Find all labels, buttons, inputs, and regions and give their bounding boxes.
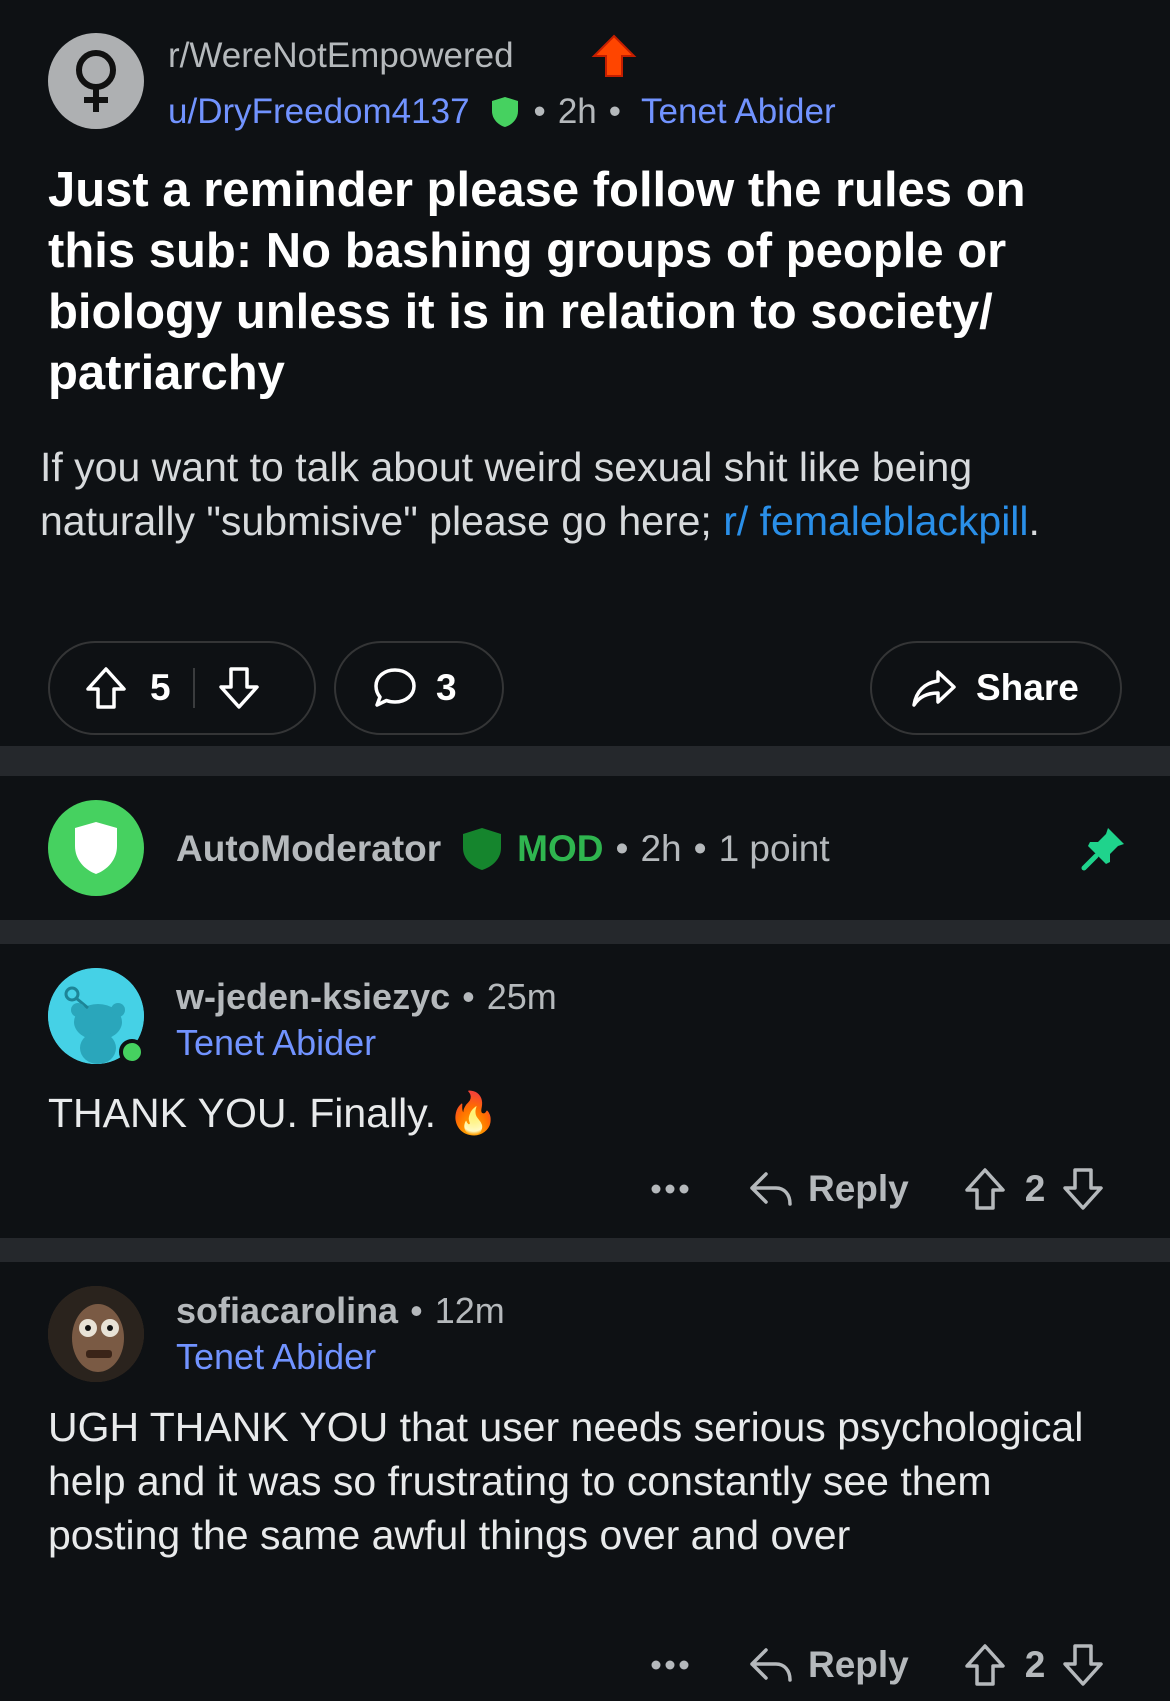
separator-dot: • bbox=[693, 828, 707, 869]
reply-button[interactable]: Reply bbox=[748, 1644, 909, 1686]
user-avatar-icon bbox=[48, 1286, 144, 1382]
post-score: 5 bbox=[150, 667, 171, 708]
reply-icon bbox=[750, 1172, 792, 1206]
automod-comment[interactable]: AutoModerator MOD • 2h • 1 point bbox=[0, 776, 1170, 920]
comment-count: 3 bbox=[436, 667, 457, 708]
subreddit-name[interactable]: r/WereNotEmpowered bbox=[168, 36, 514, 76]
downvote-icon[interactable] bbox=[1061, 1642, 1105, 1688]
comment-vote: 2 bbox=[963, 1166, 1106, 1212]
reply-label: Reply bbox=[808, 1644, 909, 1685]
post-flair[interactable]: Tenet Abider bbox=[641, 92, 836, 132]
divider bbox=[0, 920, 1170, 944]
vote-bar: 5 bbox=[48, 641, 316, 735]
post-meta: u/DryFreedom4137 • 2h • Tenet Abider bbox=[168, 92, 836, 132]
comment: w-jeden-ksiezyc • 25m Tenet Abider THANK… bbox=[0, 944, 1170, 1238]
separator-dot: • bbox=[462, 976, 475, 1017]
more-icon[interactable] bbox=[640, 1183, 700, 1195]
comment: sofiacarolina • 12m Tenet Abider UGH THA… bbox=[0, 1262, 1170, 1701]
avatar[interactable] bbox=[48, 800, 144, 896]
subreddit-avatar[interactable] bbox=[48, 33, 144, 129]
post-age: 2h bbox=[557, 92, 597, 131]
vote-divider bbox=[192, 668, 195, 708]
upvote-icon[interactable] bbox=[84, 665, 128, 711]
post-author[interactable]: u/DryFreedom4137 bbox=[168, 92, 470, 132]
comment-vote: 2 bbox=[963, 1642, 1106, 1688]
comment-flair[interactable]: Tenet Abider bbox=[176, 1022, 376, 1064]
comment-points: 1 point bbox=[718, 828, 830, 869]
comment-body: THANK YOU. Finally. 🔥 bbox=[48, 1090, 499, 1136]
comment-age: 2h bbox=[640, 828, 682, 869]
downvote-icon[interactable] bbox=[1061, 1166, 1105, 1212]
share-icon bbox=[912, 670, 956, 707]
comment-flair[interactable]: Tenet Abider bbox=[176, 1336, 376, 1378]
comment-age: 25m bbox=[486, 976, 557, 1017]
avatar[interactable] bbox=[48, 1286, 144, 1382]
comment-author[interactable]: w-jeden-ksiezyc bbox=[176, 976, 450, 1018]
post-body-link[interactable]: r/ femaleblackpill bbox=[723, 498, 1028, 544]
comment-actions: Reply 2 bbox=[640, 1166, 1105, 1212]
comment-icon bbox=[374, 668, 416, 707]
comments-button[interactable]: 3 bbox=[334, 641, 504, 735]
mod-badge: MOD bbox=[517, 828, 604, 869]
comment-body: UGH THANK YOU that user needs serious ps… bbox=[48, 1404, 1084, 1558]
divider bbox=[0, 746, 1170, 776]
comment-author[interactable]: sofiacarolina bbox=[176, 1290, 398, 1332]
post-body-end: . bbox=[1028, 498, 1040, 544]
separator-dot: • bbox=[608, 92, 622, 131]
pin-icon bbox=[1081, 828, 1124, 871]
share-button[interactable]: Share bbox=[870, 641, 1122, 735]
more-icon[interactable] bbox=[640, 1659, 700, 1671]
comment-author[interactable]: AutoModerator bbox=[176, 828, 441, 870]
comment-meta: sofiacarolina • 12m bbox=[176, 1290, 505, 1332]
upvote-icon[interactable] bbox=[963, 1642, 1007, 1688]
separator-dot: • bbox=[410, 1290, 423, 1331]
comment-actions: Reply 2 bbox=[640, 1642, 1105, 1688]
upvote-icon[interactable] bbox=[963, 1166, 1007, 1212]
comment-age: 12m bbox=[434, 1290, 505, 1331]
comment-meta: w-jeden-ksiezyc • 25m bbox=[176, 976, 557, 1018]
reply-label: Reply bbox=[808, 1168, 909, 1209]
divider bbox=[0, 1238, 1170, 1262]
post-body: If you want to talk about weird sexual s… bbox=[40, 440, 1130, 548]
venus-icon bbox=[76, 50, 116, 112]
post: r/WereNotEmpowered u/DryFreedom4137 • 2h… bbox=[0, 0, 1170, 746]
automod-meta: AutoModerator MOD • 2h • 1 point bbox=[176, 826, 830, 872]
shield-icon bbox=[75, 822, 117, 874]
reply-button[interactable]: Reply bbox=[748, 1168, 909, 1210]
shield-icon bbox=[491, 97, 518, 127]
online-indicator bbox=[119, 1039, 145, 1065]
upvote-award-icon bbox=[591, 34, 637, 77]
share-label: Share bbox=[976, 667, 1079, 708]
comment-score: 2 bbox=[1024, 1168, 1046, 1209]
comment-score: 2 bbox=[1024, 1644, 1046, 1685]
shield-icon bbox=[463, 828, 502, 870]
reply-icon bbox=[750, 1648, 792, 1682]
downvote-icon[interactable] bbox=[217, 665, 261, 711]
separator-dot: • bbox=[533, 92, 546, 131]
separator-dot: • bbox=[615, 828, 629, 869]
post-title: Just a reminder please follow the rules … bbox=[48, 163, 1026, 400]
